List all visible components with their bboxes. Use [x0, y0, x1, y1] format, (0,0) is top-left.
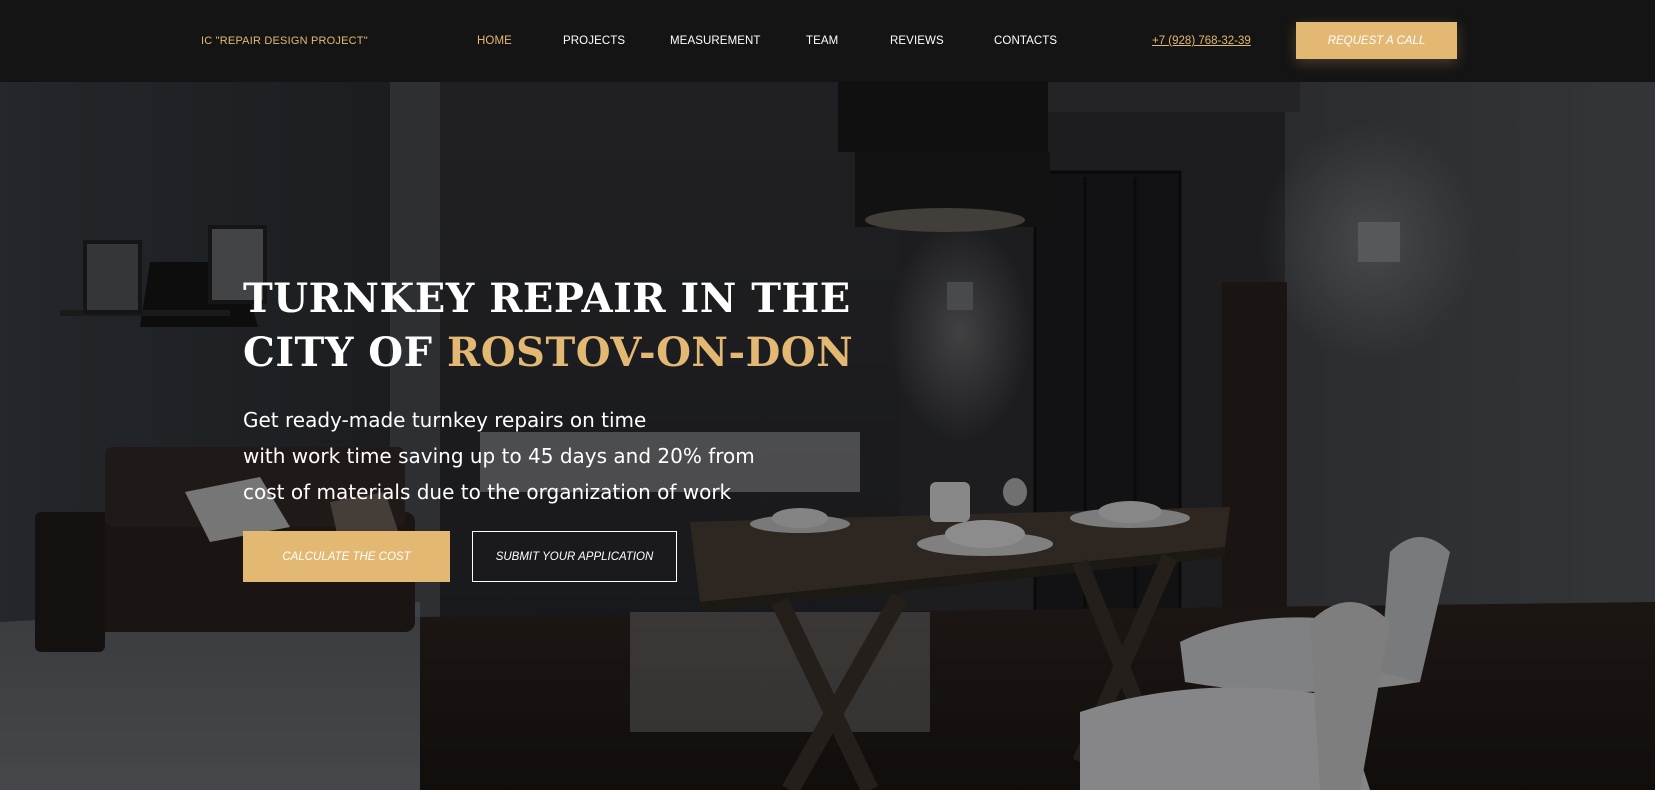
nav-home[interactable]: HOME — [477, 35, 512, 47]
hero-subtitle-line: with work time saving up to 45 days and … — [243, 444, 755, 468]
nav-team[interactable]: TEAM — [806, 35, 838, 47]
hero-title-line1: TURNKEY REPAIR IN THE — [243, 275, 851, 322]
nav-reviews[interactable]: REVIEWS — [890, 35, 944, 47]
request-call-button[interactable]: REQUEST A CALL — [1296, 22, 1457, 59]
hero-subtitle-line: cost of materials due to the organizatio… — [243, 480, 732, 504]
nav-contacts[interactable]: CONTACTS — [994, 35, 1057, 47]
phone-link[interactable]: +7 (928) 768-32-39 — [1152, 35, 1251, 47]
landing-page: IC "REPAIR DESIGN PROJECT" HOME PROJECTS… — [0, 0, 1655, 790]
hero-subtitle: Get ready-made turnkey repairs on time w… — [243, 402, 853, 510]
hero-content: TURNKEY REPAIR IN THE CITY OF ROSTOV-ON-… — [243, 272, 853, 582]
nav-projects[interactable]: PROJECTS — [563, 35, 625, 47]
nav-measurement[interactable]: MEASUREMENT — [670, 35, 761, 47]
hero-title-city: ROSTOV-ON-DON — [446, 329, 854, 376]
hero-title: TURNKEY REPAIR IN THE CITY OF ROSTOV-ON-… — [243, 272, 853, 380]
hero-section: TURNKEY REPAIR IN THE CITY OF ROSTOV-ON-… — [0, 82, 1655, 790]
hero-actions: CALCULATE THE COST SUBMIT YOUR APPLICATI… — [243, 531, 683, 583]
company-logo[interactable]: IC "REPAIR DESIGN PROJECT" — [201, 35, 368, 47]
calculate-cost-button[interactable]: CALCULATE THE COST — [243, 531, 450, 582]
hero-subtitle-line: Get ready-made turnkey repairs on time — [243, 408, 647, 432]
hero-title-line2-prefix: CITY OF — [243, 329, 447, 376]
site-header: IC "REPAIR DESIGN PROJECT" HOME PROJECTS… — [0, 0, 1655, 82]
submit-application-button[interactable]: SUBMIT YOUR APPLICATION — [472, 531, 677, 582]
